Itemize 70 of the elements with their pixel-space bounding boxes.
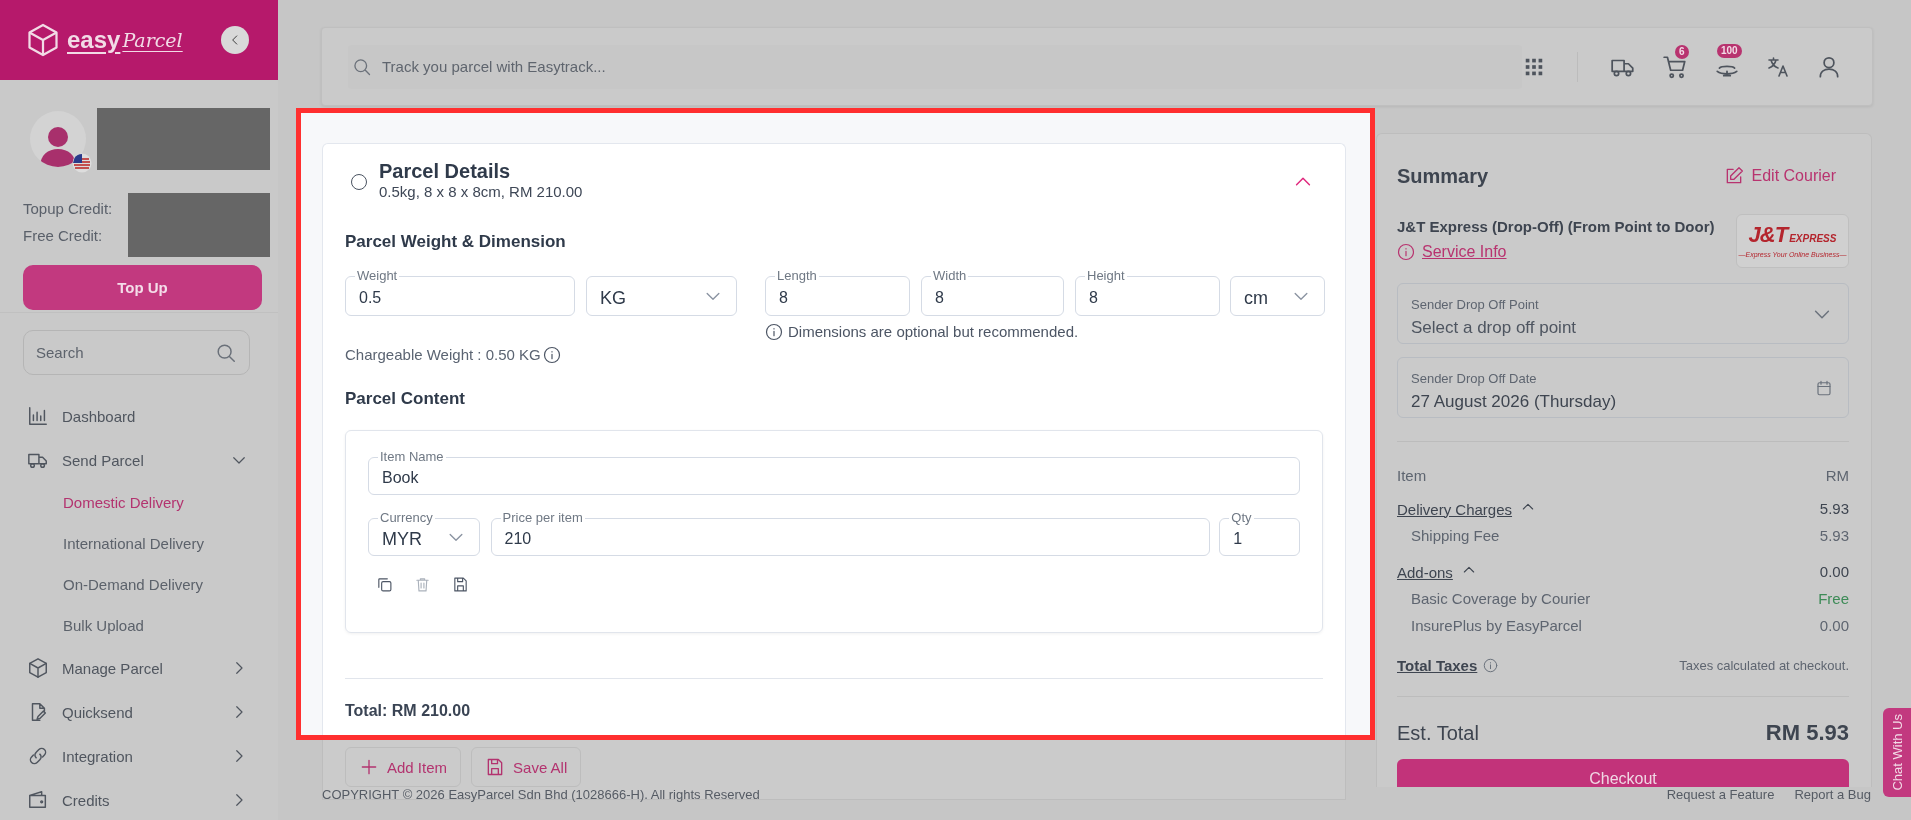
plus-icon [359,757,379,777]
section-heading: Parcel Weight & Dimension [345,231,567,253]
amount: 5.93 [1819,499,1849,519]
section-toggle[interactable]: Add-ons [1397,562,1453,583]
drop-off-date-field[interactable]: Sender Drop Off Date 27 August 2026 (Thursday) [1397,357,1849,418]
copy-icon[interactable] [376,576,393,593]
amount: 0.00 [1819,616,1849,636]
add-item-button[interactable]: Add Item [345,747,462,787]
search-icon [215,341,237,364]
chat-tab[interactable]: Chat With Us [1883,708,1911,797]
wallet-icon [27,789,49,811]
box-icon [27,657,49,679]
footer-link[interactable]: Request a Feature [1666,787,1775,820]
column-header: RM [1825,466,1849,486]
info-icon [542,346,561,364]
total-taxes-link[interactable]: Total Taxes [1397,657,1478,674]
submenu-item[interactable]: International Delivery [0,523,278,564]
credit-label: Free Credit: [23,226,104,246]
calendar-icon [1815,379,1833,397]
copyright-text: COPYRIGHT © 2026 EasyParcel Sdn Bhd (1028666-H). All rights Reserved [322,787,760,804]
credit-label: Topup Credit: [23,199,114,219]
search-icon [352,56,372,77]
bar-chart-icon [27,405,49,427]
column-header: Item [1397,466,1427,486]
menu-item[interactable]: Integration [0,734,278,778]
collapse-button[interactable] [221,26,249,54]
save-icon[interactable] [452,576,469,593]
total-text: Total: RM 210.00 [345,701,472,721]
amount: 0.00 [1819,562,1849,582]
panel-title: Summary [1397,164,1489,188]
submenu-item[interactable]: Bulk Upload [0,605,278,646]
drop-off-point-select[interactable]: Sender Drop Off Point Select a drop off point [1397,283,1849,344]
courier-name: J&T Express (Drop-Off) (From Point to Door) [1397,217,1715,237]
card-subtitle: 0.5kg, 8 x 8 x 8cm, RM 210.00 [379,183,583,201]
menu-item[interactable]: Manage Parcel [0,646,278,690]
line-item: Shipping Fee [1411,526,1500,546]
amount: Free [1818,589,1849,609]
section-toggle[interactable]: Delivery Charges [1397,499,1513,520]
cart-icon[interactable] [1662,53,1688,80]
translate-icon[interactable] [1766,54,1790,79]
easyparcel-logo[interactable]: easyParcel [25,21,183,59]
submenu-item[interactable]: Domestic Delivery [0,482,278,523]
chargeable-weight: Chargeable Weight : 0.50 KG [345,346,541,364]
estimated-total: RM 5.93 [1765,719,1849,747]
search-field[interactable]: Search [23,330,250,375]
card-title: Parcel Details [379,159,512,183]
link-icon [27,745,49,767]
hint-text: Dimensions are optional but recommended. [788,323,1079,341]
line-item: Basic Coverage by Courier [1411,589,1591,609]
footer-link[interactable]: Report a Bug [1794,787,1871,820]
service-info-link[interactable]: Service Info [1422,242,1507,262]
info-icon [765,323,783,341]
menu-item[interactable]: Send Parcel [0,438,278,482]
submenu-item[interactable]: On-Demand Delivery [0,564,278,605]
section-heading: Parcel Content [345,388,466,410]
save-all-button[interactable]: Save All [471,747,582,787]
checkout-button[interactable]: Checkout [1397,759,1849,787]
tax-note: Taxes calculated at checkout. [1679,658,1849,673]
info-icon [1483,658,1499,673]
line-item: InsurePlus by EasyParcel [1411,616,1582,636]
amount: 5.93 [1819,526,1849,546]
info-icon [1397,243,1415,261]
count-badge: 100 [1717,43,1742,58]
menu-item[interactable]: Dashboard [0,394,278,438]
edit-courier-link[interactable]: Edit Courier [1723,166,1836,186]
top-up-button[interactable]: Top Up [23,265,262,310]
menu-item[interactable]: Quicksend [0,690,278,734]
menu-item[interactable]: Credits [0,778,278,820]
count-badge: 6 [1675,44,1689,59]
estimated-total-label: Est. Total [1397,721,1479,746]
